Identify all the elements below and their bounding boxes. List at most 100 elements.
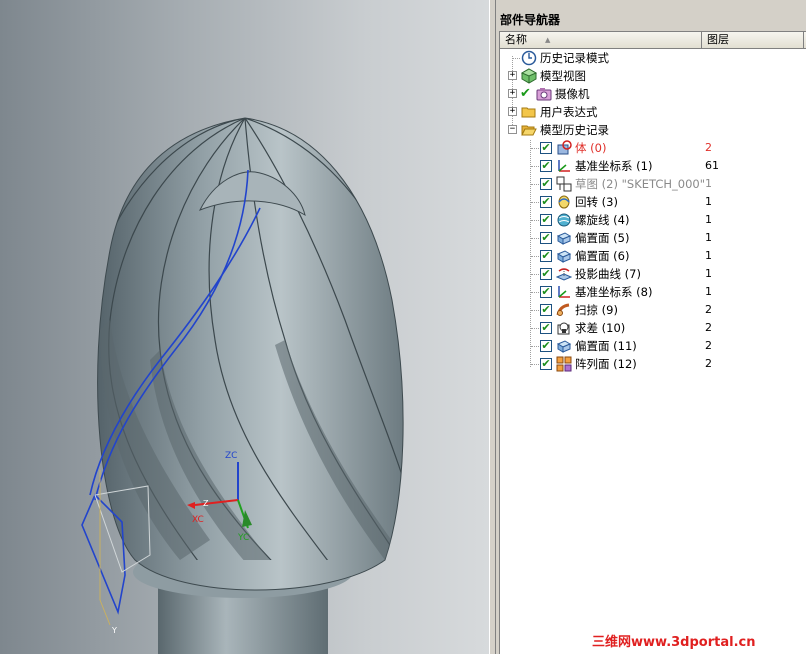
tree-node-cameras[interactable]: + ✔ 摄像机 [500, 85, 800, 103]
tree-line [531, 202, 539, 203]
feature-row[interactable]: ✔ 基准坐标系 (8) 1 [500, 283, 800, 301]
watermark-text: 三维网www.3dportal.cn [592, 635, 756, 650]
expand-plus-icon[interactable]: + [508, 71, 517, 80]
feature-layer: 1 [705, 267, 712, 280]
tree-line [531, 220, 539, 221]
tree-line [531, 310, 539, 311]
feature-layer: 1 [705, 213, 712, 226]
feature-label: 螺旋线 (4) [575, 213, 630, 227]
feature-row[interactable]: ✔ 草图 (2) "SKETCH_000" 1 [500, 175, 800, 193]
feature-label: 投影曲线 (7) [575, 267, 641, 281]
visibility-checkbox[interactable]: ✔ [540, 214, 552, 226]
body-icon [557, 140, 572, 155]
yc-axis-label: YC [237, 533, 249, 543]
feature-row[interactable]: ✔ 螺旋线 (4) 1 [500, 211, 800, 229]
visibility-checkbox[interactable]: ✔ [540, 358, 552, 370]
visibility-checkbox[interactable]: ✔ [540, 340, 552, 352]
open-folder-icon [521, 125, 537, 136]
folder-icon [521, 107, 536, 118]
name-column-label: 名称 [505, 33, 527, 46]
visibility-checkbox[interactable]: ✔ [540, 232, 552, 244]
feature-layer: 2 [705, 339, 712, 352]
tree-node-label: 用户表达式 [540, 105, 598, 119]
tree-node-model-history[interactable]: − 模型历史记录 [500, 121, 800, 139]
feature-row[interactable]: ✔ 偏置面 (5) 1 [500, 229, 800, 247]
feature-layer: 2 [705, 321, 712, 334]
feature-layer: 1 [705, 285, 712, 298]
feature-row[interactable]: ✔ 基准坐标系 (1) 61 [500, 157, 800, 175]
feature-row[interactable]: ✔ 求差 (10) 2 [500, 319, 800, 337]
collapse-minus-icon[interactable]: − [508, 125, 517, 134]
tree-line [531, 346, 539, 347]
feature-layer: 1 [705, 177, 712, 190]
feature-layer: 2 [705, 303, 712, 316]
visibility-checkbox[interactable]: ✔ [540, 142, 552, 154]
visibility-checkbox[interactable]: ✔ [540, 322, 552, 334]
visibility-checkbox[interactable]: ✔ [540, 286, 552, 298]
subtract-icon [557, 322, 570, 335]
feature-row[interactable]: ✔ 阵列面 (12) 2 [500, 355, 800, 373]
sort-asc-icon: ▲ [545, 36, 551, 44]
datum-csys-icon [558, 286, 570, 298]
column-header: 名称 ▲ 图层 [500, 32, 806, 49]
feature-layer: 2 [705, 357, 712, 370]
feature-label: 基准坐标系 (1) [575, 159, 653, 173]
tree-line [531, 238, 539, 239]
feature-layer: 61 [705, 159, 719, 172]
navigator-tree[interactable]: 名称 ▲ 图层 历史记录模式 + 模型视图 + ✔ 摄像机 + 用户表达式 − … [499, 31, 806, 654]
name-column-header[interactable]: 名称 ▲ [500, 32, 702, 48]
visibility-checkbox[interactable]: ✔ [540, 160, 552, 172]
visibility-checkbox[interactable]: ✔ [540, 268, 552, 280]
sweep-icon [556, 303, 570, 316]
zc-axis-label: ZC [225, 451, 237, 461]
feature-row[interactable]: ✔ 偏置面 (6) 1 [500, 247, 800, 265]
tree-node-label: 历史记录模式 [540, 51, 609, 65]
tree-line [531, 148, 539, 149]
offset-face-icon [556, 232, 572, 245]
tool-model-render: ZC XC YC Z Y [81, 117, 404, 654]
feature-row[interactable]: ✔ 扫掠 (9) 2 [500, 301, 800, 319]
layer-column-header[interactable]: 图层 [702, 32, 804, 48]
tree-node-model-views[interactable]: + 模型视图 [500, 67, 800, 85]
part-navigator-panel: 部件导航器 名称 ▲ 图层 历史记录模式 + 模型视图 + ✔ 摄像机 + 用户… [496, 0, 806, 654]
tree-line [531, 364, 539, 365]
feature-label: 扫掠 (9) [575, 303, 618, 317]
feature-row[interactable]: ✔ 偏置面 (11) 2 [500, 337, 800, 355]
revolve-icon [558, 195, 570, 209]
expand-plus-icon[interactable]: + [508, 89, 517, 98]
visibility-checkbox[interactable]: ✔ [540, 178, 552, 190]
feature-row[interactable]: ✔ 体 (0) 2 [500, 139, 800, 157]
feature-layer: 1 [705, 195, 712, 208]
tree-node-history-mode[interactable]: 历史记录模式 [500, 49, 800, 67]
feature-layer: 1 [705, 231, 712, 244]
xc-axis-label: XC [192, 515, 204, 525]
tree-line [531, 292, 539, 293]
offset-face-icon [556, 340, 572, 353]
feature-label: 阵列面 (12) [575, 357, 637, 371]
feature-label: 草图 (2) "SKETCH_000" [575, 177, 706, 191]
feature-label: 体 (0) [575, 141, 607, 155]
layer-column-label: 图层 [707, 33, 729, 46]
visibility-checkbox[interactable]: ✔ [540, 250, 552, 262]
feature-label: 偏置面 (5) [575, 231, 630, 245]
feature-label: 基准坐标系 (8) [575, 285, 653, 299]
clock-icon [521, 50, 537, 66]
offset-face-icon [556, 250, 572, 263]
tree-line [531, 328, 539, 329]
feature-label: 回转 (3) [575, 195, 618, 209]
tree-node-label: 摄像机 [555, 87, 590, 101]
graphics-viewport[interactable]: ZC XC YC Z Y [0, 0, 489, 654]
visibility-checkbox[interactable]: ✔ [540, 304, 552, 316]
tree-line [531, 274, 539, 275]
feature-row[interactable]: ✔ 回转 (3) 1 [500, 193, 800, 211]
projected-curve-icon [556, 268, 572, 281]
tree-line [531, 256, 539, 257]
expand-plus-icon[interactable]: + [508, 107, 517, 116]
feature-label: 偏置面 (6) [575, 249, 630, 263]
tree-line [531, 184, 539, 185]
helix-icon [557, 213, 571, 227]
visibility-checkbox[interactable]: ✔ [540, 196, 552, 208]
feature-row[interactable]: ✔ 投影曲线 (7) 1 [500, 265, 800, 283]
tree-node-user-expressions[interactable]: + 用户表达式 [500, 103, 800, 121]
panel-splitter[interactable] [489, 0, 496, 654]
